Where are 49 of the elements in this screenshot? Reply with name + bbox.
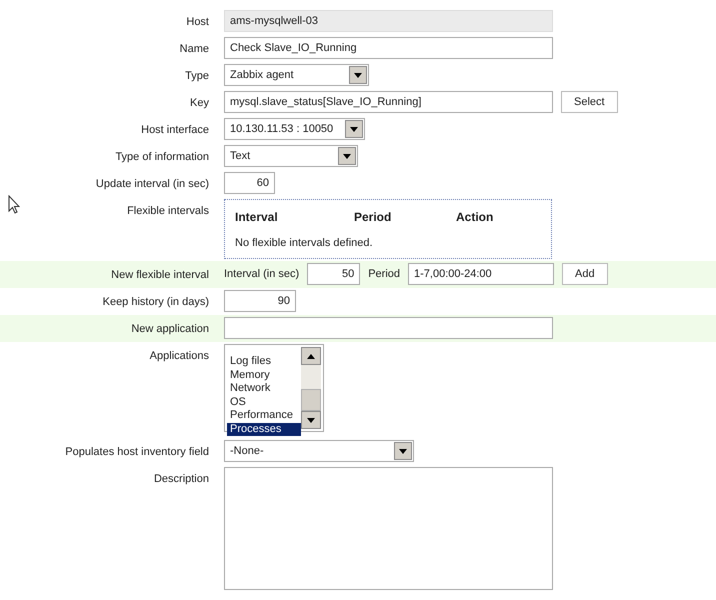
- select-button[interactable]: Select: [561, 91, 618, 113]
- text-field[interactable]: Check Slave_IO_Running: [224, 37, 553, 59]
- field-label: Period: [368, 266, 400, 282]
- column-header: Action: [456, 209, 494, 226]
- list-item[interactable]: Memory: [227, 368, 301, 382]
- add-button[interactable]: Add: [562, 263, 608, 285]
- field-label: New application: [131, 323, 209, 335]
- field-label: Populates host inventory field: [65, 446, 209, 458]
- field-label: New flexible interval: [111, 269, 209, 281]
- text-field[interactable]: 1-7,00:00-24:00: [408, 263, 554, 285]
- list-item[interactable]: OS: [227, 396, 301, 409]
- dropdown-arrow-icon: [343, 154, 351, 158]
- field-label: Flexible intervals: [127, 205, 209, 217]
- list-item[interactable]: Log files: [227, 355, 301, 368]
- dropdown-arrow-icon: [354, 72, 362, 78]
- list-item[interactable]: Network: [227, 382, 301, 396]
- field-label: Description: [154, 473, 209, 485]
- field-label: Applications: [150, 350, 209, 362]
- field-label: Key: [190, 97, 209, 109]
- list-item[interactable]: Processes: [227, 422, 301, 436]
- text-field[interactable]: [224, 317, 553, 339]
- list-item[interactable]: Performance: [227, 409, 301, 422]
- dropdown[interactable]: 10.130.11.53 : 10050: [224, 118, 365, 140]
- dropdown-arrow-icon: [350, 126, 358, 132]
- pointer-icon: [8, 195, 20, 214]
- field-label: Interval (in sec): [224, 266, 300, 282]
- field-label: Update interval (in sec): [96, 178, 209, 190]
- dropdown[interactable]: Zabbix agent: [224, 64, 369, 86]
- dropdown-arrow-icon: [399, 448, 407, 454]
- field-label: Type: [185, 70, 209, 82]
- field-label: Keep history (in days): [102, 296, 209, 308]
- field-label: Host interface: [141, 124, 209, 136]
- field-label: Host: [186, 16, 209, 28]
- text-field[interactable]: mysql.slave_status[Slave_IO_Running]: [224, 91, 553, 113]
- number-field[interactable]: 90: [224, 290, 296, 312]
- column-header: Period: [354, 209, 392, 226]
- field-label: Type of information: [115, 151, 209, 163]
- column-header: Interval: [235, 209, 279, 226]
- description-field[interactable]: [224, 467, 553, 590]
- host-field[interactable]: ams-mysqlwell-03: [224, 10, 553, 32]
- dropdown[interactable]: -None-: [224, 440, 414, 462]
- dropdown[interactable]: Text: [224, 145, 358, 167]
- number-field[interactable]: 50: [307, 263, 360, 285]
- scroll-up-icon: [307, 354, 315, 358]
- scroll-down-icon: [307, 418, 315, 422]
- field-label: Name: [180, 43, 209, 55]
- empty-message: No flexible intervals defined.: [235, 236, 374, 250]
- number-field[interactable]: 60: [224, 172, 275, 194]
- scrollbar[interactable]: [301, 347, 321, 429]
